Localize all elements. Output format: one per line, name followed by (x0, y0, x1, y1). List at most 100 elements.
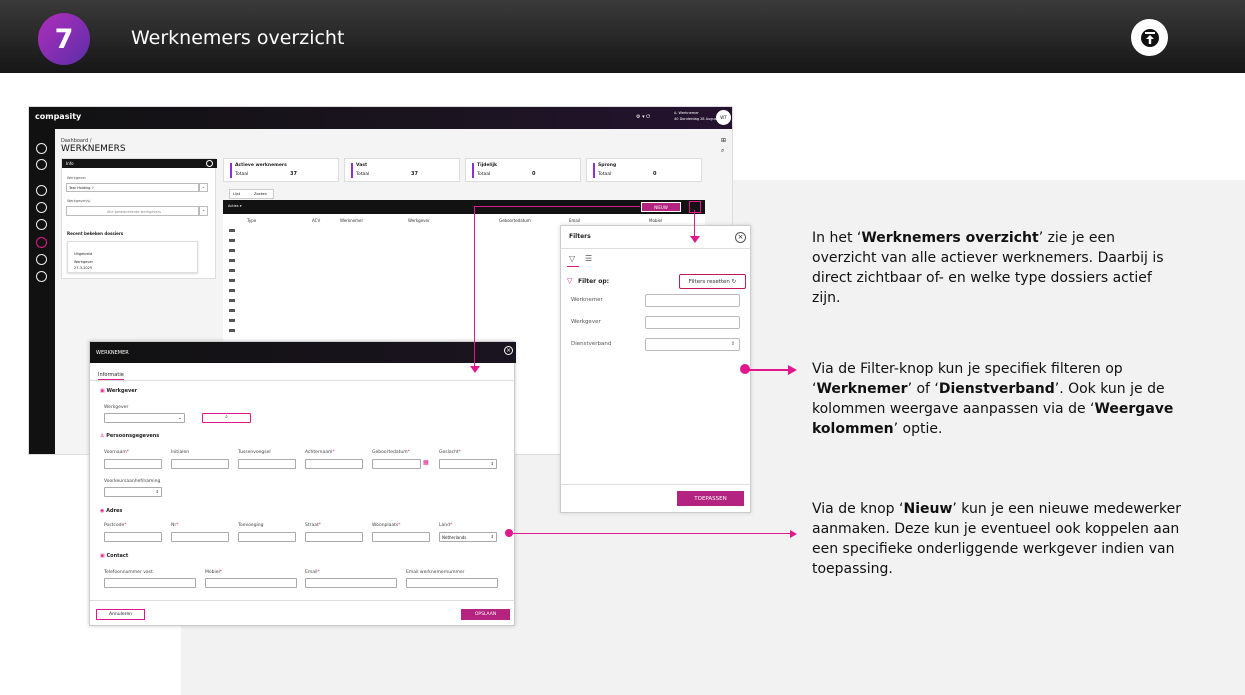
recent-type: Uitgebreid (74, 252, 93, 256)
table-row[interactable] (229, 319, 235, 322)
nav-list-icon[interactable] (36, 219, 47, 230)
voornaam-input[interactable] (104, 459, 162, 469)
werknemer-input[interactable] (645, 294, 740, 307)
close-icon[interactable]: × (504, 346, 513, 355)
nav-user-icon[interactable] (36, 159, 47, 170)
scroll-top-icon[interactable] (1131, 19, 1168, 56)
card-sprong[interactable]: Sprong Totaal 0 (586, 158, 702, 182)
recent-date: 27-3-2025 (74, 266, 93, 270)
email-input[interactable] (305, 578, 397, 588)
straat-input[interactable] (305, 532, 363, 542)
achternaam-label: Achternaam (305, 450, 333, 455)
land-select[interactable]: Netherlands ⇕ (439, 532, 497, 542)
table-row[interactable] (229, 279, 235, 282)
dienstverband-select[interactable]: ⇕ (645, 338, 740, 351)
nav-home-icon[interactable] (36, 143, 47, 154)
geslacht-select[interactable]: ⇕ (439, 459, 497, 469)
chevron-down-icon[interactable]: ⌄ (199, 183, 208, 192)
divider (90, 380, 516, 381)
telefoon-label: Telefoonnummer vast (104, 570, 153, 575)
nav-dossier-icon[interactable] (36, 185, 47, 196)
filter-button[interactable] (689, 201, 701, 213)
nieuw-button[interactable]: NIEUW (641, 202, 681, 212)
opslaan-button[interactable]: OPSLAAN (461, 609, 510, 620)
columns-tab-icon[interactable]: ☰ (585, 254, 592, 263)
filters-reset-button[interactable]: Filters resetten ↻ (679, 274, 746, 289)
table-row[interactable] (229, 309, 235, 312)
col-email[interactable]: Email (569, 218, 580, 223)
nav-settings-icon[interactable] (36, 271, 47, 282)
table-row[interactable] (229, 329, 235, 332)
recent-dossiers-title: Recent bekeken dossiers (67, 231, 124, 236)
nav-calendar-icon[interactable] (36, 202, 47, 213)
person-icon: ♙ (100, 433, 105, 439)
close-icon[interactable]: × (735, 232, 746, 243)
nav-building-icon[interactable] (36, 254, 47, 265)
actions-menu[interactable]: Acties ▾ (228, 204, 241, 208)
card-vast[interactable]: Vast Totaal 37 (344, 158, 460, 182)
search-icon[interactable]: ⌕ (721, 147, 724, 155)
table-row[interactable] (229, 269, 235, 272)
table-row[interactable] (229, 289, 235, 292)
tab-lijst[interactable]: Lijst (233, 192, 240, 196)
mobiel-input[interactable] (205, 578, 297, 588)
divider (561, 248, 752, 249)
table-row[interactable] (229, 249, 235, 252)
postcode-input[interactable] (104, 532, 162, 542)
werkgever-input[interactable] (645, 316, 740, 329)
initialen-input[interactable] (171, 459, 229, 469)
table-row[interactable] (229, 299, 235, 302)
col-werknemer[interactable]: Werknemer (340, 218, 363, 223)
card-title: Sprong (598, 163, 617, 168)
user-date: 40 Donderdag 28 Augustus (674, 117, 722, 121)
search-icon[interactable]: ⌕ (202, 413, 251, 423)
tussenvoegsel-input[interactable] (238, 459, 296, 469)
info-close-icon[interactable] (206, 160, 213, 167)
geboortedatum-input[interactable] (372, 459, 421, 469)
card-title: Vast (356, 163, 368, 168)
table-row[interactable] (229, 229, 235, 232)
woonplaats-input[interactable] (372, 532, 430, 542)
table-row[interactable] (229, 259, 235, 262)
grid-icon[interactable]: ⊞ (721, 137, 726, 144)
filter-tab-icon[interactable]: ▽ (569, 254, 575, 263)
recent-dossier-card[interactable]: Uitgebreid Werkgever 27-3-2025 (67, 241, 198, 273)
modal-header: WERKNEMER × (90, 342, 516, 363)
toepassen-button[interactable]: TOEPASSEN (677, 491, 744, 506)
col-type[interactable]: Type (247, 218, 256, 223)
email-werknemer-label: Email werknemernummer (406, 570, 465, 575)
card-tijdelijk[interactable]: Tijdelijk Totaal 0 (465, 158, 581, 182)
settings-icon[interactable]: ⚙ ▾ ⏻ (636, 114, 650, 120)
col-mobiel[interactable]: Mobiel (649, 218, 662, 223)
tab-zoeken[interactable]: Zoeken (254, 192, 267, 196)
werkgever-select[interactable]: Test Holding ✓ (66, 183, 199, 192)
col-werkgever[interactable]: Werkgever (408, 218, 430, 223)
geslacht-label: Geslacht (439, 450, 459, 455)
col-geboortedatum[interactable]: Geboortedatum (499, 218, 531, 223)
card-actieve[interactable]: Actieve werknemers Totaal 37 (223, 158, 339, 182)
divider (561, 484, 752, 485)
col-acv[interactable]: ACV (312, 218, 320, 223)
nav-werknemers-icon[interactable] (36, 237, 47, 248)
toevoeging-input[interactable] (238, 532, 296, 542)
calendar-icon[interactable]: ▦ (423, 459, 429, 466)
nr-input[interactable] (171, 532, 229, 542)
connector-modal-text (512, 533, 792, 534)
werkgever-select[interactable]: ⌄ (104, 413, 185, 423)
filters-panel: Filters × ▽ ☰ ▽ Filter op: Filters reset… (560, 225, 752, 513)
table-toolbar: Acties ▾ (223, 200, 705, 214)
werkgevers-select[interactable]: Alle geselecteerde werkgevers (66, 206, 199, 216)
avatar[interactable]: WT (716, 110, 731, 125)
achternaam-input[interactable] (305, 459, 363, 469)
email-werknemer-input[interactable] (406, 578, 498, 588)
voornaam-label: Voornaam (104, 450, 127, 455)
straat-label: Straat (305, 523, 319, 528)
table-row[interactable] (229, 239, 235, 242)
tab-informatie[interactable]: Informatie (98, 372, 124, 380)
chevron-down-icon[interactable]: ⌄ (199, 206, 208, 216)
annuleren-button[interactable]: Annuleren (96, 609, 145, 620)
voorkeur-select[interactable]: ⇕ (104, 487, 162, 497)
telefoon-input[interactable] (104, 578, 196, 588)
arrow-icon (788, 365, 797, 375)
woonplaats-label: Woonplaats (372, 523, 399, 528)
